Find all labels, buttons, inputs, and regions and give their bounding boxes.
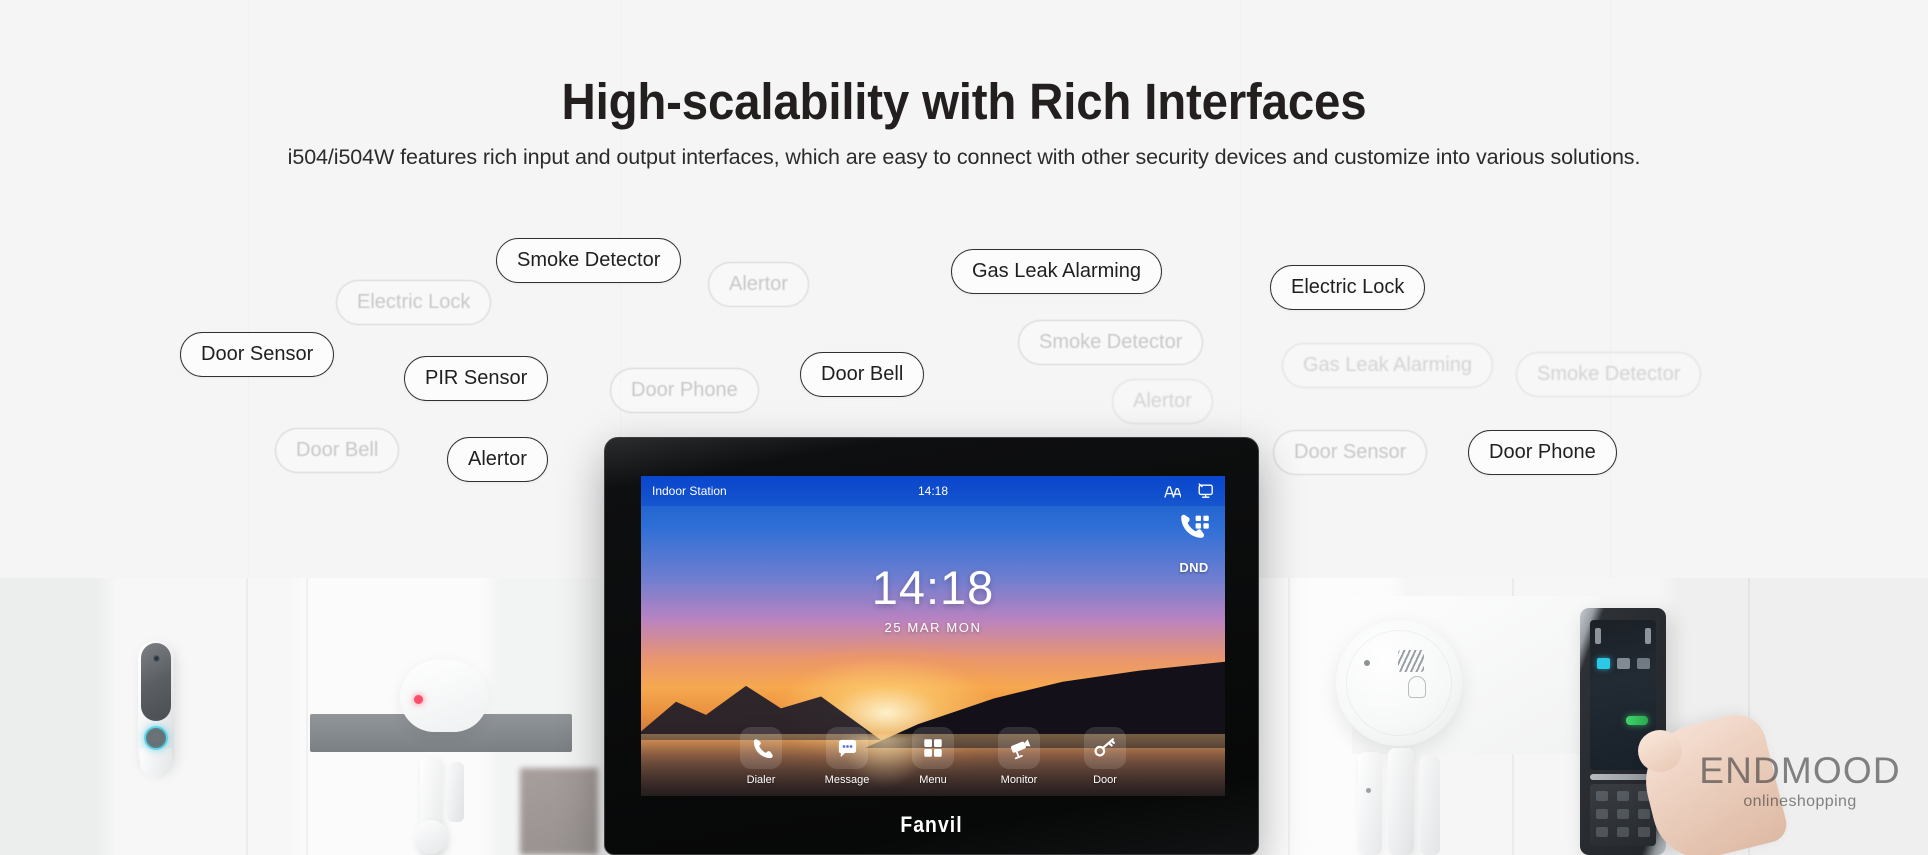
interface-tag-alertor[interactable]: Alertor [447, 437, 548, 482]
interface-tag-smoke-detector[interactable]: Smoke Detector [1018, 320, 1204, 365]
interface-tag-alertor[interactable]: Alertor [1112, 379, 1213, 424]
dock-label: Monitor [1000, 774, 1038, 786]
keypad-key [1617, 827, 1629, 837]
photo-divider [1288, 578, 1290, 855]
interface-tag-door-sensor[interactable]: Door Sensor [1273, 430, 1428, 475]
interface-tag-door-phone[interactable]: Door Phone [610, 368, 759, 413]
window-sensor-led [1366, 788, 1371, 793]
camera-icon[interactable] [998, 727, 1040, 769]
panel-status-bar [1626, 716, 1648, 725]
doorbell-device-photo [138, 640, 174, 778]
key-icon[interactable] [1084, 727, 1126, 769]
grid-icon[interactable] [912, 727, 954, 769]
interface-tag-door-bell[interactable]: Door Bell [800, 352, 925, 397]
app-dock: Dialer Message Menu Monitor Door [641, 727, 1225, 786]
fingertip-photo [1638, 730, 1682, 772]
interface-tag-door-phone[interactable]: Door Phone [1468, 430, 1617, 475]
indoor-station-device: Indoor Station 14:18 DND 14:18 25 MAR MO… [604, 437, 1259, 855]
dock-label: Message [824, 774, 870, 786]
status-bar-clock: 14:18 [917, 484, 949, 498]
window-frame-edge [1420, 756, 1440, 855]
smoke-detector-grille [1398, 650, 1424, 672]
window-sensor-magnet [1388, 748, 1414, 855]
dock-item-menu[interactable]: Menu [905, 727, 961, 786]
clock-time: 14:18 [871, 561, 995, 614]
keypad-key [1638, 809, 1650, 819]
smoke-detector-ring [1346, 630, 1452, 736]
page-title: High-scalability with Rich Interfaces [561, 73, 1367, 130]
screen-icon[interactable] [1197, 483, 1214, 499]
panel-tile [1617, 658, 1630, 669]
font-size-icon[interactable] [1164, 484, 1181, 499]
clock-date: 25 MAR MON [884, 620, 982, 635]
doorbell-lens [141, 643, 171, 721]
interface-tag-door-bell[interactable]: Door Bell [275, 428, 400, 473]
interface-tag-gas-leak-alarming[interactable]: Gas Leak Alarming [951, 249, 1162, 294]
phone-icon[interactable] [740, 727, 782, 769]
keypad-key [1638, 827, 1650, 837]
smoke-detector-led [1364, 660, 1370, 666]
photo-divider [246, 578, 248, 855]
keypad-key [1596, 809, 1608, 819]
interface-tag-pir-sensor[interactable]: PIR Sensor [404, 356, 549, 401]
page-root: High-scalability with Rich Interfaces i5… [0, 0, 1928, 855]
photo-divider [306, 578, 308, 855]
phone-keypad-icon[interactable] [1171, 512, 1217, 549]
door-handle [414, 820, 448, 854]
sensor-housing [400, 660, 488, 732]
panel-tile [1637, 658, 1650, 669]
keypad-key [1617, 791, 1629, 801]
keypad-key [1596, 827, 1608, 837]
dock-label: Dialer [746, 774, 776, 786]
brand-logo: Fanvil [900, 812, 963, 837]
interface-tag-gas-leak-alarming[interactable]: Gas Leak Alarming [1282, 343, 1493, 388]
interface-tag-alertor[interactable]: Alertor [708, 262, 809, 307]
status-bar: Indoor Station 14:18 [641, 476, 1225, 506]
panel-tile [1597, 658, 1610, 669]
smoke-detector-button [1408, 676, 1426, 698]
door-sensor-magnet [447, 762, 464, 822]
lockscreen-clock: 14:18 25 MAR MON [641, 564, 1225, 635]
interface-tag-smoke-detector[interactable]: Smoke Detector [1516, 352, 1702, 397]
panel-highlight [1645, 628, 1651, 644]
window-sensor-body [1358, 752, 1382, 855]
access-panel-keypad [1590, 784, 1656, 846]
doorbell-button-ring [144, 726, 168, 750]
device-screen[interactable]: Indoor Station 14:18 DND 14:18 25 MAR MO… [641, 476, 1225, 796]
dock-item-dialer[interactable]: Dialer [733, 727, 789, 786]
dock-item-door[interactable]: Door [1077, 727, 1133, 786]
panel-highlight [1595, 628, 1601, 644]
interface-tag-electric-lock[interactable]: Electric Lock [1270, 265, 1426, 310]
message-icon[interactable] [826, 727, 868, 769]
dock-label: Door [1093, 774, 1117, 786]
dock-item-monitor[interactable]: Monitor [991, 727, 1047, 786]
dock-label: Menu [919, 774, 947, 786]
page-subtitle: i504/i504W features rich input and outpu… [287, 145, 1641, 169]
interface-tag-door-sensor[interactable]: Door Sensor [180, 332, 335, 377]
interface-tag-smoke-detector[interactable]: Smoke Detector [496, 238, 682, 283]
smoke-detector-photo [1336, 620, 1462, 746]
background-blur-pane [520, 768, 598, 855]
sensor-led-indicator [414, 695, 423, 704]
interface-tag-electric-lock[interactable]: Electric Lock [336, 280, 492, 325]
doorbell-camera-icon [153, 655, 160, 662]
status-bar-icons [1164, 483, 1214, 499]
keypad-key [1617, 809, 1629, 819]
dock-item-message[interactable]: Message [819, 727, 875, 786]
keypad-key [1596, 791, 1608, 801]
